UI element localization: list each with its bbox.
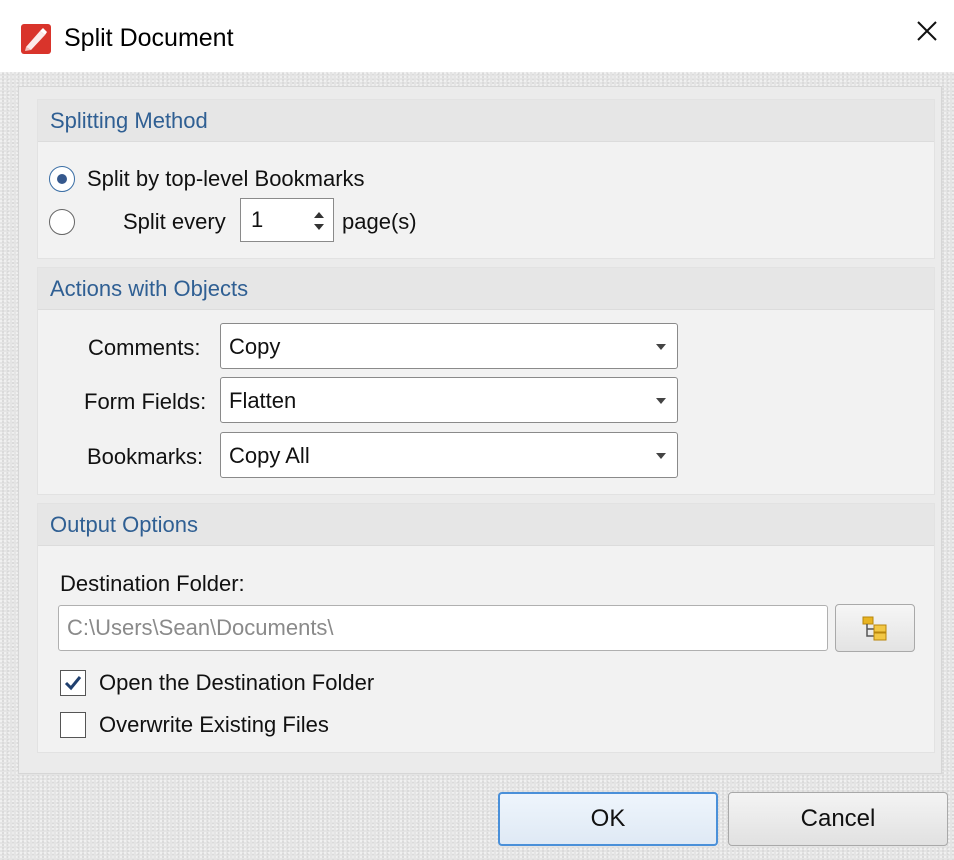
cancel-button[interactable]: Cancel	[728, 792, 948, 846]
destination-folder-label: Destination Folder:	[60, 571, 245, 596]
ok-button[interactable]: OK	[498, 792, 718, 846]
options-panel: Splitting Method Split by top-level Book…	[18, 86, 942, 774]
splitting-method-group: Splitting Method Split by top-level Book…	[37, 99, 935, 259]
split-bookmarks-radio[interactable]	[49, 166, 75, 192]
comments-value: Copy	[229, 334, 281, 359]
split-every-label: Split every	[123, 209, 226, 234]
checkmark-icon	[64, 676, 82, 691]
form-fields-dropdown[interactable]: Flatten	[220, 377, 678, 423]
actions-group: Actions with Objects Comments: Copy Form…	[37, 267, 935, 495]
output-options-header: Output Options	[38, 504, 934, 546]
overwrite-files-label: Overwrite Existing Files	[99, 712, 329, 737]
actions-header: Actions with Objects	[38, 268, 934, 310]
destination-folder-input[interactable]	[58, 605, 828, 651]
dropdown-arrow-icon	[656, 398, 666, 404]
dropdown-arrow-icon	[656, 453, 666, 459]
close-icon	[917, 21, 937, 41]
output-options-group: Output Options Destination Folder: Open …	[37, 503, 935, 753]
bookmarks-value: Copy All	[229, 443, 310, 468]
spin-arrows-icon[interactable]	[311, 207, 327, 235]
bookmarks-label: Bookmarks:	[87, 444, 204, 469]
pages-label: page(s)	[342, 209, 417, 234]
dropdown-arrow-icon	[656, 344, 666, 350]
splitting-method-header: Splitting Method	[38, 100, 934, 142]
form-fields-value: Flatten	[229, 388, 297, 413]
open-destination-label: Open the Destination Folder	[99, 670, 375, 695]
comments-dropdown[interactable]: Copy	[220, 323, 678, 369]
split-every-spinner[interactable]: 1	[240, 198, 334, 242]
split-every-value: 1	[251, 207, 264, 232]
form-fields-label: Form Fields:	[84, 389, 207, 414]
overwrite-files-checkbox[interactable]	[60, 712, 86, 738]
close-button[interactable]	[900, 6, 954, 56]
window-title: Split Document	[64, 24, 234, 52]
split-every-radio[interactable]	[49, 209, 75, 235]
folder-tree-icon	[862, 616, 887, 641]
split-bookmarks-label: Split by top-level Bookmarks	[87, 166, 365, 191]
pdf-app-icon	[21, 24, 51, 54]
bookmarks-dropdown[interactable]: Copy All	[220, 432, 678, 478]
dialog-body: Splitting Method Split by top-level Book…	[0, 72, 954, 860]
title-bar: Split Document	[0, 0, 954, 72]
open-destination-checkbox[interactable]	[60, 670, 86, 696]
comments-label: Comments:	[88, 335, 201, 360]
browse-folder-button[interactable]	[835, 604, 915, 652]
